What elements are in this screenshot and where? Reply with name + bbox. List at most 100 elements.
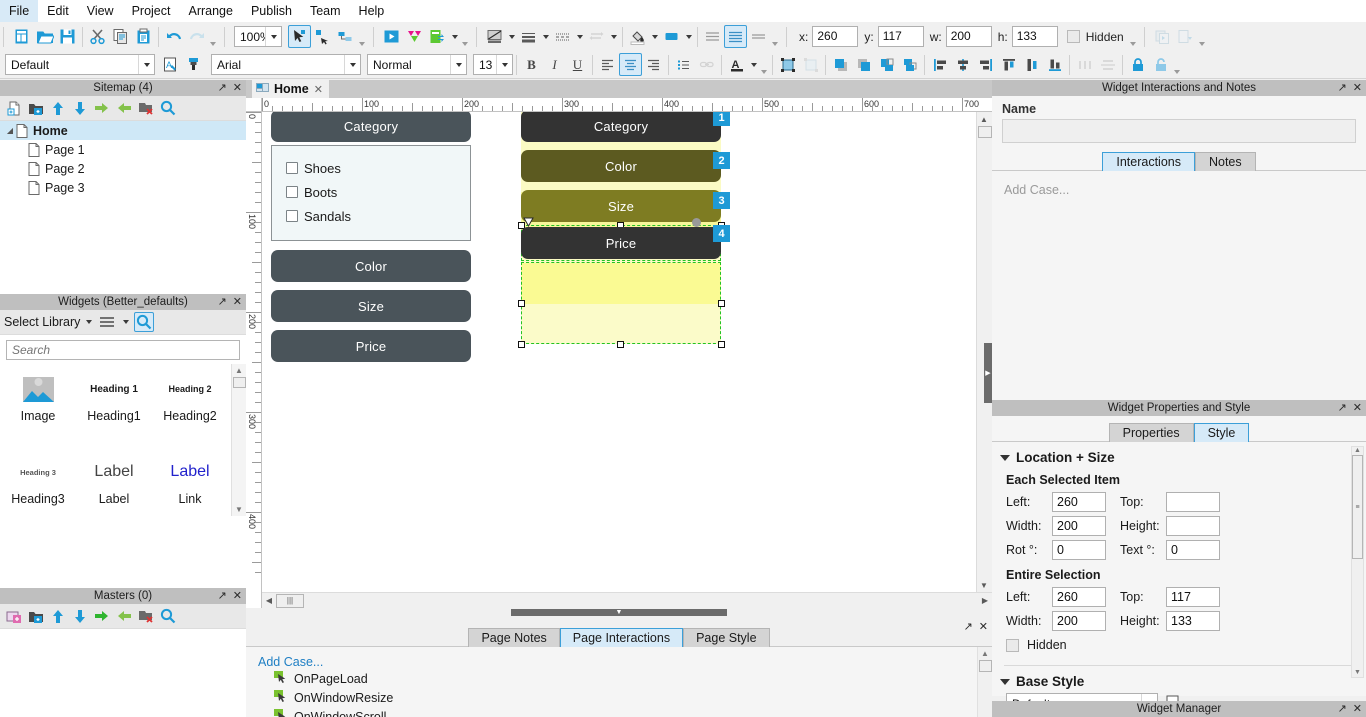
indent-right-icon[interactable] (92, 606, 112, 626)
text-spacing-icon[interactable] (747, 25, 770, 48)
library-options-dropdown-icon[interactable] (120, 311, 131, 333)
style-paint-icon[interactable]: A (159, 53, 182, 76)
left-accordion-button-price[interactable]: Price (271, 330, 471, 362)
scroll-down-arrow-icon[interactable]: ▼ (232, 505, 246, 514)
splitter-grip[interactable]: ▼ (511, 608, 727, 616)
resize-handle-bc[interactable] (617, 341, 624, 348)
align-middle-icon[interactable] (1020, 53, 1043, 76)
resize-handle-br[interactable] (718, 341, 725, 348)
checkbox-sandals[interactable] (286, 210, 298, 222)
each-top-field[interactable] (1166, 492, 1220, 512)
tab-properties[interactable]: Properties (1108, 423, 1194, 442)
sitemap-item-home[interactable]: ◢ Home (0, 121, 246, 140)
chevron-down-icon[interactable] (265, 27, 281, 46)
checkbox-shoes[interactable] (286, 162, 298, 174)
hscroll-thumb[interactable]: ||| (276, 593, 304, 608)
scroll-thumb[interactable]: ≡ (1352, 455, 1363, 559)
entire-width-field[interactable]: 200 (1052, 611, 1106, 631)
toolbar-overflow-7[interactable] (759, 54, 769, 76)
horizontal-ruler[interactable]: 0 100 200 300 400 500 600 700 (262, 98, 992, 112)
toolbar-overflow-3[interactable] (460, 26, 470, 48)
event-row-onpageload[interactable]: OnPageLoad (274, 669, 992, 688)
add-case-link[interactable]: Add Case... (258, 655, 992, 669)
toolbar-overflow-2[interactable] (357, 26, 367, 48)
toolbar-overflow-4[interactable] (770, 26, 780, 48)
properties-scrollbar[interactable]: ▲ ≡ ▼ (1351, 446, 1364, 678)
each-rot-field[interactable]: 0 (1052, 540, 1106, 560)
canvas-horizontal-scrollbar[interactable]: ◀ ||| ▶ (262, 592, 992, 608)
resize-handle-mr[interactable] (718, 300, 725, 307)
selection-outline-region[interactable] (521, 262, 721, 344)
bring-forward-icon[interactable] (875, 53, 898, 76)
tab-notes[interactable]: Notes (1194, 152, 1256, 171)
undock-icon[interactable]: ↗ (964, 622, 973, 633)
resize-handle-bl[interactable] (518, 341, 525, 348)
fill-color-dropdown-icon[interactable] (649, 26, 660, 48)
tab-style[interactable]: Style (1193, 423, 1250, 442)
widget-item-image[interactable]: Image (0, 368, 76, 427)
scroll-down-arrow-icon[interactable]: ▼ (977, 578, 991, 592)
scroll-thumb[interactable] (978, 660, 992, 672)
menu-item-edit[interactable]: Edit (38, 0, 78, 22)
move-up-icon[interactable] (48, 606, 68, 626)
link-icon[interactable] (695, 53, 718, 76)
entire-height-field[interactable]: 133 (1166, 611, 1220, 631)
scroll-up-arrow-icon[interactable]: ▲ (1352, 447, 1363, 454)
preview-icon[interactable] (380, 25, 403, 48)
chevron-down-icon[interactable] (450, 55, 466, 74)
distribute-vertical-icon[interactable] (1096, 53, 1119, 76)
line-weight-dropdown-icon[interactable] (540, 26, 551, 48)
align-bottom-icon[interactable] (1043, 53, 1066, 76)
open-folder-icon[interactable] (33, 25, 56, 48)
delete-page-icon[interactable] (136, 98, 156, 118)
font-color-dropdown-icon[interactable] (748, 54, 759, 76)
tab-page-style[interactable]: Page Style (683, 628, 770, 647)
checkbox-row-sandals[interactable]: Sandals (286, 204, 470, 228)
export-icon[interactable] (1174, 25, 1197, 48)
copy-icon[interactable] (109, 25, 132, 48)
toolbar-overflow-1[interactable] (208, 26, 218, 48)
each-width-field[interactable]: 200 (1052, 516, 1106, 536)
panel-collapse-handle-right[interactable]: ▶ (984, 343, 992, 403)
w-field[interactable]: 200 (945, 26, 992, 47)
scroll-up-arrow-icon[interactable]: ▲ (978, 647, 992, 658)
y-field[interactable]: 117 (877, 26, 924, 47)
fill-image-icon[interactable] (483, 25, 506, 48)
left-accordion-panel-category[interactable]: Shoes Boots Sandals (271, 145, 471, 241)
group-icon[interactable] (776, 53, 799, 76)
bring-front-icon[interactable] (829, 53, 852, 76)
arrow-style-dropdown-icon[interactable] (608, 26, 619, 48)
collapse-triangle-icon[interactable] (1000, 678, 1010, 685)
widget-item-heading1[interactable]: Heading 1 Heading1 (76, 368, 152, 427)
menu-item-view[interactable]: View (78, 0, 123, 22)
close-icon[interactable]: ✕ (979, 622, 988, 633)
align-right-icon[interactable] (642, 53, 665, 76)
x-field[interactable]: 260 (812, 26, 859, 47)
canvas-bottom-splitter[interactable]: ▼ (246, 608, 992, 616)
event-row-onwindowscroll[interactable]: OnWindowScroll (274, 707, 992, 717)
add-case-placeholder[interactable]: Add Case... (1004, 183, 1069, 197)
tab-page-notes[interactable]: Page Notes (468, 628, 560, 647)
align-top-icon[interactable] (997, 53, 1020, 76)
send-back-icon[interactable] (852, 53, 875, 76)
chevron-down-icon[interactable] (138, 55, 154, 74)
fill-color-icon[interactable] (626, 25, 649, 48)
artboard[interactable]: Category Shoes Boots Sandals Color Size … (262, 112, 976, 592)
italic-icon[interactable]: I (543, 53, 566, 76)
line-style-icon[interactable] (551, 25, 574, 48)
widget-name-input[interactable] (1002, 119, 1356, 143)
move-up-icon[interactable] (48, 98, 68, 118)
each-text-rot-field[interactable]: 0 (1166, 540, 1220, 560)
close-icon[interactable]: ✕ (233, 590, 242, 602)
close-icon[interactable]: ✕ (233, 296, 242, 308)
tab-page-interactions[interactable]: Page Interactions (559, 628, 684, 647)
unlock-icon[interactable] (1149, 53, 1172, 76)
duplicate-icon[interactable] (1151, 25, 1174, 48)
h-field[interactable]: 133 (1011, 26, 1058, 47)
widgets-scrollbar[interactable]: ▲ ▼ (231, 364, 246, 516)
menu-item-help[interactable]: Help (350, 0, 394, 22)
tab-interactions[interactable]: Interactions (1102, 152, 1195, 171)
vertical-ruler[interactable]: 0 100 200 300 400 (246, 112, 262, 608)
search-icon[interactable] (158, 98, 178, 118)
undock-icon[interactable]: ↗ (218, 296, 227, 308)
